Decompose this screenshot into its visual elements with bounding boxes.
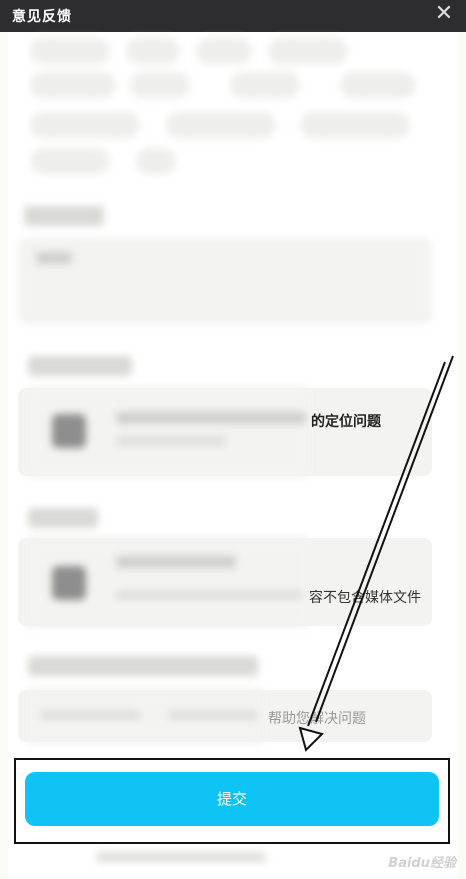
category-chip[interactable] xyxy=(30,148,110,174)
category-chip[interactable] xyxy=(268,38,348,64)
contact-placeholder xyxy=(40,710,140,720)
close-icon[interactable]: ✕ xyxy=(434,3,454,25)
media-note-text: 容不包含媒体文件 xyxy=(309,590,421,606)
section-label xyxy=(28,656,258,676)
category-chip[interactable] xyxy=(196,38,252,64)
location-subtitle xyxy=(116,436,226,446)
section-label xyxy=(28,356,132,376)
submit-button[interactable]: 提交 xyxy=(25,772,439,826)
window-title: 意见反馈 xyxy=(12,9,72,25)
location-title xyxy=(116,412,306,424)
media-subtitle xyxy=(116,590,302,600)
category-chip[interactable] xyxy=(30,112,140,138)
contact-placeholder-text: 帮助您解决问题 xyxy=(268,711,366,727)
title-bar: 意见反馈 ✕ xyxy=(0,0,466,32)
description-input[interactable] xyxy=(18,238,432,324)
media-title xyxy=(116,556,236,568)
location-thumbnail xyxy=(52,414,86,448)
media-thumbnail xyxy=(52,566,86,600)
category-chip[interactable] xyxy=(136,148,176,174)
location-problem-text: 的定位问题 xyxy=(311,414,381,430)
section-label xyxy=(24,206,104,226)
section-label xyxy=(28,508,98,528)
category-chip[interactable] xyxy=(340,72,416,98)
watermark: Baidu经验 xyxy=(388,856,456,871)
category-chip[interactable] xyxy=(30,38,110,64)
category-chip[interactable] xyxy=(230,72,300,98)
category-chip[interactable] xyxy=(166,112,276,138)
category-chip[interactable] xyxy=(130,72,190,98)
contact-placeholder xyxy=(168,710,258,720)
description-placeholder xyxy=(36,252,72,264)
category-chip[interactable] xyxy=(300,112,410,138)
category-chip[interactable] xyxy=(126,38,180,64)
category-chip[interactable] xyxy=(30,72,116,98)
